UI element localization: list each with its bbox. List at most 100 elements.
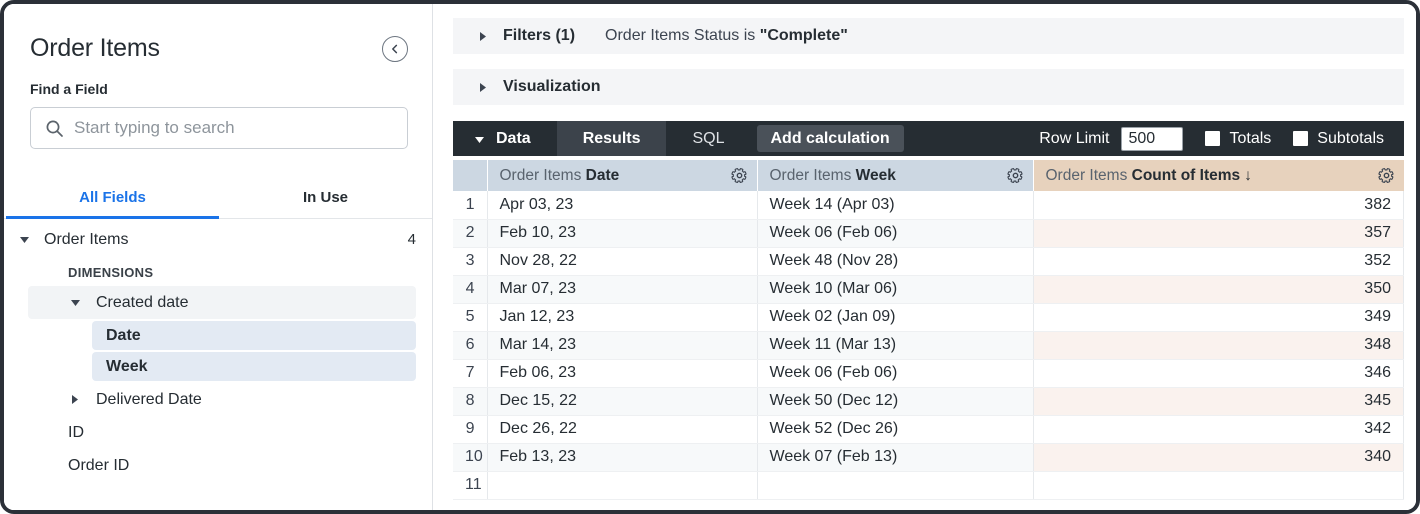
table-row[interactable]: 8Dec 15, 22Week 50 (Dec 12)345 xyxy=(453,387,1404,415)
add-calculation-button[interactable]: Add calculation xyxy=(757,125,904,152)
visualization-section-header[interactable]: Visualization xyxy=(453,69,1404,105)
column-header-date[interactable]: Order Items Date xyxy=(487,160,757,191)
table-row[interactable]: 4Mar 07, 23Week 10 (Mar 06)350 xyxy=(453,275,1404,303)
gear-icon[interactable] xyxy=(731,167,748,184)
column-prefix: Order Items xyxy=(500,167,582,184)
data-section-toggle[interactable]: Data xyxy=(453,121,557,156)
filter-field: Order Items Status xyxy=(605,27,739,44)
cell-date: Nov 28, 22 xyxy=(487,247,757,275)
row-limit-input[interactable] xyxy=(1121,127,1183,151)
data-label: Data xyxy=(496,130,531,148)
cell-date: Feb 06, 23 xyxy=(487,359,757,387)
field-item-label: Order ID xyxy=(68,457,416,475)
column-header-count-of-items[interactable]: Order Items Count of Items↓ xyxy=(1033,160,1404,191)
cell-week: Week 14 (Apr 03) xyxy=(757,191,1033,219)
cell-row-number: 11 xyxy=(453,471,487,499)
results-table-wrapper[interactable]: Order Items Date xyxy=(453,160,1404,510)
cell-row-number: 5 xyxy=(453,303,487,331)
totals-checkbox[interactable]: Totals xyxy=(1205,130,1271,148)
column-prefix: Order Items xyxy=(770,167,852,184)
table-row[interactable]: 3Nov 28, 22Week 48 (Nov 28)352 xyxy=(453,247,1404,275)
search-input[interactable] xyxy=(74,118,393,138)
chevron-left-circle-icon[interactable] xyxy=(382,36,408,62)
cell-count: 348 xyxy=(1033,331,1404,359)
results-table-body: 1Apr 03, 23Week 14 (Apr 03)3822Feb 10, 2… xyxy=(453,191,1404,499)
tab-all-fields[interactable]: All Fields xyxy=(6,179,219,218)
field-list: Order Items 4 DIMENSIONS Created date Da… xyxy=(4,219,432,482)
search-box[interactable] xyxy=(30,107,408,149)
cell-row-number: 4 xyxy=(453,275,487,303)
column-header-count-label: Order Items Count of Items↓ xyxy=(1046,167,1252,185)
column-prefix: Order Items xyxy=(1046,167,1128,184)
table-header-row: Order Items Date xyxy=(453,160,1404,191)
cell-date xyxy=(487,471,757,499)
cell-count: 346 xyxy=(1033,359,1404,387)
cell-week: Week 02 (Jan 09) xyxy=(757,303,1033,331)
tab-sql[interactable]: SQL xyxy=(666,121,750,156)
table-row[interactable]: 2Feb 10, 23Week 06 (Feb 06)357 xyxy=(453,219,1404,247)
filter-summary: Order Items Status is "Complete" xyxy=(605,27,848,45)
page-title: Order Items xyxy=(30,34,160,63)
caret-right-icon xyxy=(477,83,489,92)
field-browser-sidebar: Order Items Find a Field All Fields xyxy=(4,4,433,510)
filter-operator: is xyxy=(744,27,756,44)
field-item-order-id[interactable]: Order ID xyxy=(4,449,432,482)
cell-date: Feb 10, 23 xyxy=(487,219,757,247)
sidebar-tabs: All Fields In Use xyxy=(4,179,432,219)
field-group-label: Delivered Date xyxy=(96,391,400,409)
cell-week: Week 11 (Mar 13) xyxy=(757,331,1033,359)
gear-icon[interactable] xyxy=(1378,167,1395,184)
cell-row-number: 2 xyxy=(453,219,487,247)
dimensions-caption: DIMENSIONS xyxy=(4,256,432,286)
table-row[interactable]: 11 xyxy=(453,471,1404,499)
field-item-date[interactable]: Date xyxy=(92,321,416,350)
field-item-label: ID xyxy=(68,424,416,442)
cell-week: Week 10 (Mar 06) xyxy=(757,275,1033,303)
column-name: Date xyxy=(586,167,620,184)
column-header-row-number xyxy=(453,160,487,191)
column-name: Week xyxy=(856,167,896,184)
field-item-id[interactable]: ID xyxy=(4,416,432,449)
visualization-title: Visualization xyxy=(503,78,601,96)
table-row[interactable]: 5Jan 12, 23Week 02 (Jan 09)349 xyxy=(453,303,1404,331)
explore-group-order-items[interactable]: Order Items 4 xyxy=(4,223,432,256)
table-row[interactable]: 7Feb 06, 23Week 06 (Feb 06)346 xyxy=(453,359,1404,387)
subtotals-checkbox[interactable]: Subtotals xyxy=(1293,130,1384,148)
column-header-week[interactable]: Order Items Week xyxy=(757,160,1033,191)
filters-title: Filters (1) xyxy=(503,27,575,45)
tab-in-use[interactable]: In Use xyxy=(219,179,432,218)
field-group-label: Created date xyxy=(96,294,400,312)
field-group-delivered-date[interactable]: Delivered Date xyxy=(28,383,416,416)
subtotals-label: Subtotals xyxy=(1317,130,1384,148)
gear-icon[interactable] xyxy=(1007,167,1024,184)
field-item-label: Date xyxy=(106,327,400,345)
cell-count: 352 xyxy=(1033,247,1404,275)
find-a-field-label: Find a Field xyxy=(4,63,432,97)
explore-main-panel: Filters (1) Order Items Status is "Compl… xyxy=(433,4,1416,510)
cell-count: 357 xyxy=(1033,219,1404,247)
checkbox-box-icon xyxy=(1293,131,1308,146)
cell-count: 349 xyxy=(1033,303,1404,331)
field-group-created-date[interactable]: Created date xyxy=(28,286,416,319)
filters-section-header[interactable]: Filters (1) Order Items Status is "Compl… xyxy=(453,18,1404,54)
field-item-week[interactable]: Week xyxy=(92,352,416,381)
cell-week: Week 07 (Feb 13) xyxy=(757,443,1033,471)
table-row[interactable]: 9Dec 26, 22Week 52 (Dec 26)342 xyxy=(453,415,1404,443)
cell-row-number: 8 xyxy=(453,387,487,415)
cell-count: 345 xyxy=(1033,387,1404,415)
row-limit-label: Row Limit xyxy=(1039,130,1109,148)
table-row[interactable]: 10Feb 13, 23Week 07 (Feb 13)340 xyxy=(453,443,1404,471)
cell-count: 342 xyxy=(1033,415,1404,443)
tab-results[interactable]: Results xyxy=(557,121,667,156)
results-table: Order Items Date xyxy=(453,160,1404,500)
table-row[interactable]: 6Mar 14, 23Week 11 (Mar 13)348 xyxy=(453,331,1404,359)
cell-week xyxy=(757,471,1033,499)
data-toolbar: Data Results SQL Add calculation Row Lim… xyxy=(453,121,1404,156)
cell-date: Mar 14, 23 xyxy=(487,331,757,359)
cell-row-number: 7 xyxy=(453,359,487,387)
cell-week: Week 50 (Dec 12) xyxy=(757,387,1033,415)
column-header-week-label: Order Items Week xyxy=(770,167,896,185)
checkbox-box-icon xyxy=(1205,131,1220,146)
table-row[interactable]: 1Apr 03, 23Week 14 (Apr 03)382 xyxy=(453,191,1404,219)
cell-row-number: 10 xyxy=(453,443,487,471)
